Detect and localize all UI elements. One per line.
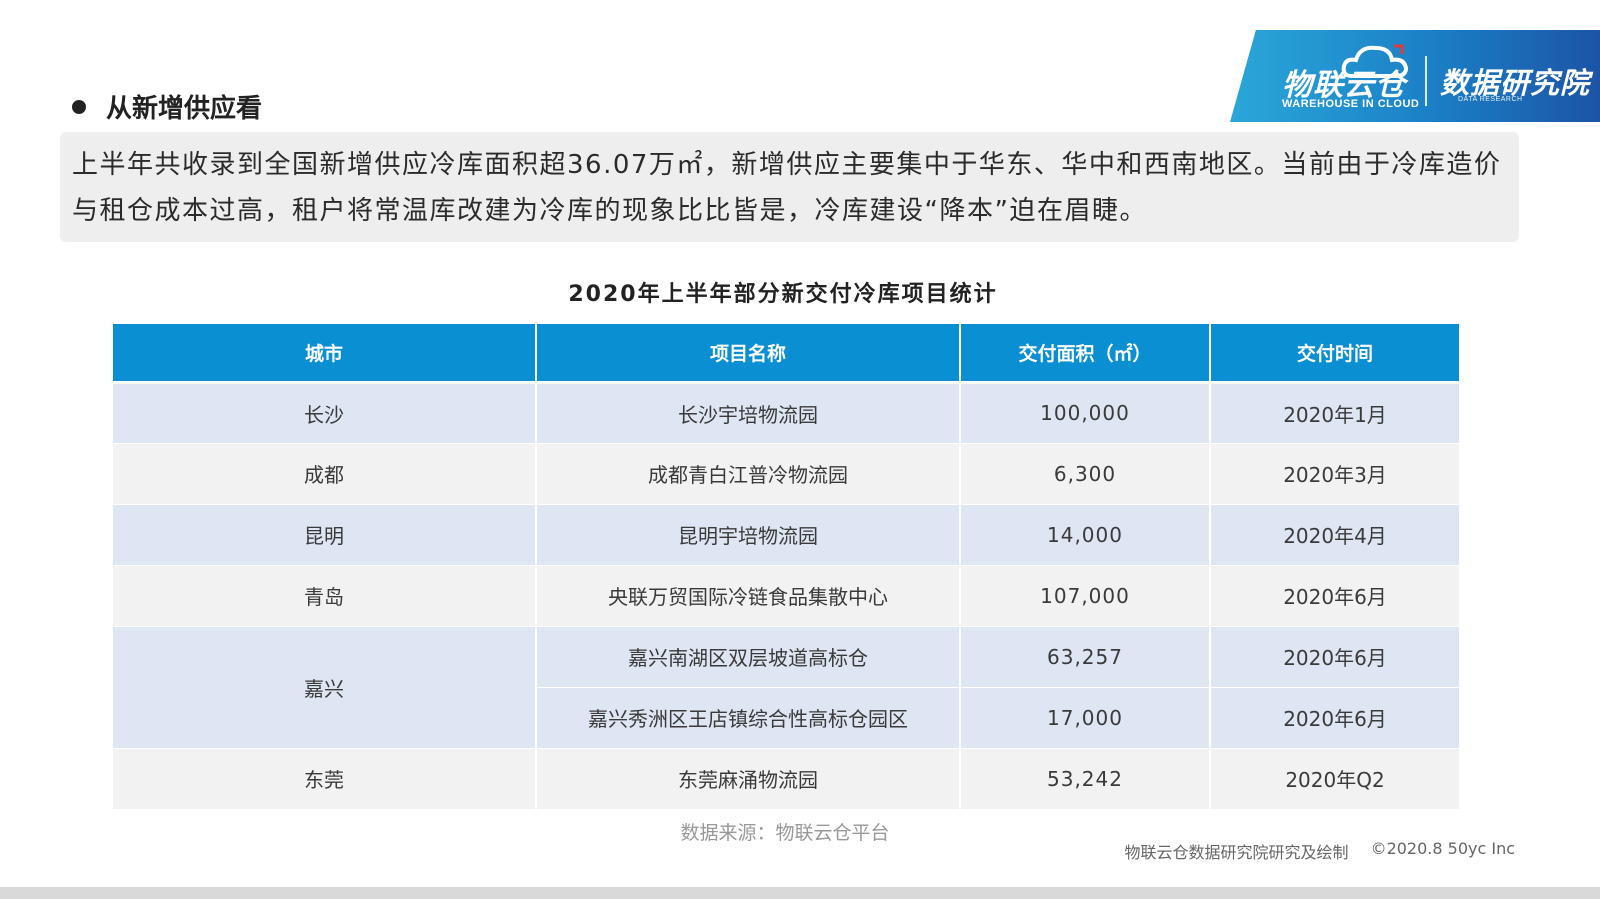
cell-city: 东莞	[113, 748, 537, 810]
cold-storage-project-table: 城市 项目名称 交付面积（㎡） 交付时间 长沙 长沙宇培物流园 100,000 …	[113, 324, 1459, 810]
cell-date: 2020年6月	[1210, 687, 1459, 749]
cell-city: 成都	[113, 443, 537, 505]
cell-area: 53,242	[960, 748, 1211, 810]
logo-research-english: DATA RESEARCH	[1458, 96, 1523, 103]
table-row: 长沙 长沙宇培物流园 100,000 2020年1月	[113, 382, 1459, 444]
cell-area: 6,300	[960, 443, 1211, 505]
table-row: 昆明 昆明宇培物流园 14,000 2020年4月	[113, 504, 1459, 566]
cell-date: 2020年6月	[1210, 565, 1459, 627]
cell-area: 17,000	[960, 687, 1211, 749]
cell-city: 长沙	[113, 382, 537, 444]
cell-area: 63,257	[960, 626, 1211, 688]
header-project-name: 项目名称	[536, 324, 961, 384]
cell-city: 昆明	[113, 504, 537, 566]
cell-area: 107,000	[960, 565, 1211, 627]
summary-box: 上半年共收录到全国新增供应冷库面积超36.07万㎡，新增供应主要集中于华东、华中…	[60, 132, 1519, 242]
cell-date: 2020年Q2	[1210, 748, 1459, 810]
table-row: 青岛 央联万贸国际冷链食品集散中心 107,000 2020年6月	[113, 565, 1459, 627]
copyright-text: ©2020.8 50yc Inc	[1370, 839, 1515, 858]
cell-project: 嘉兴南湖区双层坡道高标仓	[536, 626, 961, 688]
header-delivery-time: 交付时间	[1210, 324, 1459, 384]
cell-city: 青岛	[113, 565, 537, 627]
cell-date: 2020年6月	[1210, 626, 1459, 688]
header-delivered-area: 交付面积（㎡）	[960, 324, 1211, 384]
cell-city: 嘉兴	[113, 626, 537, 749]
cell-project: 成都青白江普冷物流园	[536, 443, 961, 505]
cell-project: 嘉兴秀洲区王店镇综合性高标仓园区	[536, 687, 961, 749]
section-heading: 从新增供应看	[72, 88, 262, 125]
cell-date: 2020年1月	[1210, 382, 1459, 444]
cell-date: 2020年4月	[1210, 504, 1459, 566]
cell-project: 央联万贸国际冷链食品集散中心	[536, 565, 961, 627]
logo-brand-english: WAREHOUSE IN CLOUD	[1282, 98, 1420, 110]
table-row: 东莞 东莞麻涌物流园 53,242 2020年Q2	[113, 748, 1459, 810]
logo-divider	[1425, 56, 1427, 106]
cell-date: 2020年3月	[1210, 443, 1459, 505]
table-row: 成都 成都青白江普冷物流园 6,300 2020年3月	[113, 443, 1459, 505]
cell-project: 长沙宇培物流园	[536, 382, 961, 444]
section-title: 从新增供应看	[106, 94, 263, 124]
table-row: 嘉兴 嘉兴南湖区双层坡道高标仓 63,257 2020年6月	[113, 626, 1459, 749]
cell-area: 14,000	[960, 504, 1211, 566]
credit-org: 物联云仓数据研究院研究及绘制	[1124, 843, 1349, 862]
cell-project: 东莞麻涌物流园	[536, 748, 961, 810]
summary-text: 上半年共收录到全国新增供应冷库面积超36.07万㎡，新增供应主要集中于华东、华中…	[72, 150, 1502, 226]
cell-project: 昆明宇培物流园	[536, 504, 961, 566]
table-header-row: 城市 项目名称 交付面积（㎡） 交付时间	[113, 324, 1459, 384]
footer-credit: 物联云仓数据研究院研究及绘制 ©2020.8 50yc Inc	[1125, 839, 1515, 863]
brand-logo-banner: 物联云仓 WAREHOUSE IN CLOUD 数据研究院 DATA RESEA…	[1230, 30, 1600, 122]
table-title: 2020年上半年部分新交付冷库项目统计	[568, 282, 998, 307]
bullet-icon	[72, 99, 86, 114]
header-city: 城市	[113, 324, 537, 384]
bottom-divider-bar	[0, 887, 1600, 899]
cell-area: 100,000	[960, 382, 1211, 444]
